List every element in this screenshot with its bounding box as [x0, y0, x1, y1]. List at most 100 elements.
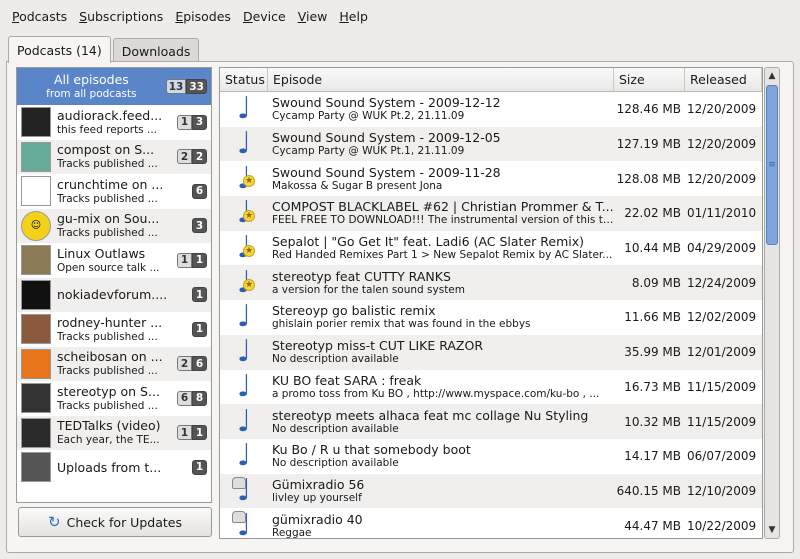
sidebar-item-text: TEDTalks (video) Each year, the TE...: [57, 418, 173, 447]
menu-label: odcasts: [19, 8, 68, 24]
episode-size: 10.44 MB: [624, 241, 681, 256]
episode-released: 11/15/2009: [687, 414, 757, 429]
episode-row[interactable]: ♩ KU BO feat SARA : freak a promo toss fr…: [220, 370, 762, 405]
sidebar-item-podcast[interactable]: Linux Outlaws Open source talk ... 1 1: [17, 243, 211, 278]
total-count: 1: [192, 252, 207, 268]
menu-subscriptions[interactable]: Subscriptions: [73, 9, 169, 24]
episode-released: 12/20/2009: [687, 102, 757, 117]
column-header-released[interactable]: Released: [685, 68, 762, 91]
menu-help[interactable]: Help: [333, 9, 374, 24]
episode-cell: Swound Sound System - 2009-12-05 Cycamp P…: [268, 130, 614, 158]
sidebar-item-subtitle: this feed reports ...: [57, 123, 158, 136]
episode-title: Sepalot | "Go Get It" feat. Ladi6 (AC Sl…: [272, 234, 584, 250]
sidebar-item-podcast[interactable]: Uploads from t... 1: [17, 450, 211, 485]
menu-podcasts[interactable]: Podcasts: [6, 9, 73, 24]
podcast-list: All episodes from all podcasts 13 33 audiora…: [16, 67, 212, 503]
total-count: 33: [186, 79, 207, 94]
tab-podcasts[interactable]: Podcasts (14): [8, 36, 111, 63]
sidebar-item-podcast[interactable]: compost on S... Tracks published ... 2 2: [17, 139, 211, 174]
new-count: 13: [165, 79, 187, 94]
episode-status: ♩: [220, 300, 268, 335]
episode-scrollbar[interactable]: ▲ ≡ ▼: [764, 67, 780, 539]
episode-count-badge: 1: [192, 459, 207, 475]
episode-row[interactable]: ♩ Swound Sound System - 2009-12-12 Cycamp …: [220, 92, 762, 127]
sidebar-item-podcast[interactable]: ☺ gu-mix on Sou... Tracks published ... 3: [17, 208, 211, 243]
sidebar-item-podcast[interactable]: stereotyp on S... Tracks published ... 6 8: [17, 381, 211, 416]
sidebar-item-podcast[interactable]: crunchtime on ... Tracks published ... 6: [17, 174, 211, 209]
episode-row[interactable]: ♩★stereotyp feat CUTTY RANKSa version fo…: [220, 265, 762, 301]
episode-row[interactable]: ♩ Ku Bo / R u that somebody boot No descri…: [220, 439, 762, 474]
scroll-down-icon[interactable]: ▼: [765, 522, 779, 538]
episode-count-badge: 13: [177, 114, 207, 130]
episode-title: Swound Sound System - 2009-12-12: [272, 95, 501, 111]
episode-cell: COMPOST BLACKLABEL #62 | Christian Promm…: [268, 199, 614, 227]
sidebar-item-all-episodes[interactable]: All episodes from all podcasts 13 33: [17, 68, 211, 105]
audio-note-icon: ♩: [236, 368, 252, 404]
scheibosan-icon: [21, 348, 51, 379]
episode-released: 11/15/2009: [687, 379, 757, 394]
episode-cell: Sepalot | "Go Get It" feat. Ladi6 (AC Sl…: [268, 234, 614, 262]
menu-episodes[interactable]: Episodes: [169, 9, 237, 24]
episode-released: 01/11/2010: [687, 206, 757, 221]
episode-size: 127.19 MB: [616, 137, 681, 152]
episode-row[interactable]: ♩ Swound Sound System - 2009-12-05 Cycamp …: [220, 126, 762, 162]
episode-description: No description available: [272, 457, 399, 470]
episode-count-badge: 6: [192, 183, 207, 199]
episode-row[interactable]: ♩★Swound Sound System - 2009-11-28Makoss…: [220, 161, 762, 196]
nokia-icon: [21, 279, 51, 310]
total-count: 1: [192, 321, 207, 337]
menubar: Podcasts Subscriptions Episodes Device V…: [0, 0, 800, 32]
episode-title: Gümixradio 56: [272, 476, 365, 492]
episode-description: a promo toss from Ku BO , http://www.mys…: [272, 387, 600, 400]
menu-view[interactable]: View: [292, 9, 334, 24]
episode-cell: Swound Sound System - 2009-12-12 Cycamp P…: [268, 95, 614, 123]
episode-size: 8.09 MB: [631, 275, 681, 290]
sidebar-item-subtitle: from all podcasts: [46, 88, 137, 100]
scrollbar-thumb[interactable]: ≡: [766, 85, 778, 245]
episode-list: Status Episode Size Released ♩ Swound Sou…: [219, 67, 763, 539]
sidebar-item-podcast[interactable]: audiorack.feed... this feed reports ... 1 3: [17, 105, 211, 140]
sidebar-item-podcast[interactable]: nokiadevforum.... 1: [17, 277, 211, 312]
sidebar-item-title: Uploads from t...: [57, 459, 162, 475]
episode-row[interactable]: ♩ Stereoyp go balistic remix ghislain pori…: [220, 300, 762, 335]
episode-row[interactable]: ♩ gümixradio 40 Reggae 44.47 MB 10/22/2009: [220, 508, 762, 538]
episode-cell: KU BO feat SARA : freak a promo toss from…: [268, 373, 614, 401]
sidebar-item-title: Linux Outlaws: [57, 245, 146, 261]
episode-title: Swound Sound System - 2009-11-28: [272, 164, 501, 180]
sidebar-item-title: TEDTalks (video): [57, 418, 161, 434]
sidebar-item-podcast[interactable]: TEDTalks (video) Each year, the TE... 1 1: [17, 415, 211, 450]
sidebar-item-text: Linux Outlaws Open source talk ...: [57, 246, 173, 275]
audio-note-icon: ♩: [236, 91, 252, 127]
audio-note-icon: ♩: [236, 334, 252, 370]
episode-count-badge: 11: [177, 252, 207, 268]
column-header-episode[interactable]: Episode: [268, 68, 614, 91]
audio-note-icon: ♩: [236, 299, 252, 335]
episode-row[interactable]: ♩ Gümixradio 56 livley up yourself 640.15 M…: [220, 473, 762, 509]
menu-label: ubscriptions: [87, 8, 164, 24]
episode-row[interactable]: ♩★COMPOST BLACKLABEL #62 | Christian Pro…: [220, 196, 762, 231]
scroll-up-icon[interactable]: ▲: [765, 68, 779, 84]
episode-row[interactable]: ♩★Sepalot | "Go Get It" feat. Ladi6 (AC …: [220, 231, 762, 266]
sidebar-item-text: audiorack.feed... this feed reports ...: [57, 108, 173, 137]
sidebar-item-text: nokiadevforum....: [57, 287, 188, 302]
check-for-updates-button[interactable]: ↻ Check for Updates: [18, 507, 212, 537]
lock-icon: [232, 511, 246, 524]
total-count: 6: [192, 183, 207, 199]
column-header-size[interactable]: Size: [614, 68, 685, 91]
sidebar-item-subtitle: Tracks published ...: [57, 227, 158, 240]
episode-row[interactable]: ♩ Stereotyp miss-t CUT LIKE RAZOR No descr…: [220, 334, 762, 370]
sidebar-item-podcast[interactable]: scheibosan on ... Tracks published ... 2 6: [17, 346, 211, 381]
sidebar-item-title: scheibosan on ...: [57, 349, 163, 365]
sidebar-item-text: Uploads from t...: [57, 460, 188, 475]
column-header-status[interactable]: Status: [220, 68, 268, 91]
sidebar-item-podcast[interactable]: rodney-hunter ... Tracks published ... 1: [17, 312, 211, 347]
tab-downloads[interactable]: Downloads: [112, 38, 200, 63]
episode-count-badge: 1: [192, 287, 207, 303]
check-for-updates-label: Check for Updates: [66, 514, 182, 530]
total-count: 1: [192, 287, 207, 303]
menu-device[interactable]: Device: [237, 9, 292, 24]
new-count: 2: [177, 356, 192, 372]
episode-row[interactable]: ♩ stereotyp meets alhaca feat mc collage …: [220, 404, 762, 439]
episode-status: ♩: [220, 404, 268, 439]
sidebar-item-subtitle: Open source talk ...: [57, 261, 160, 274]
